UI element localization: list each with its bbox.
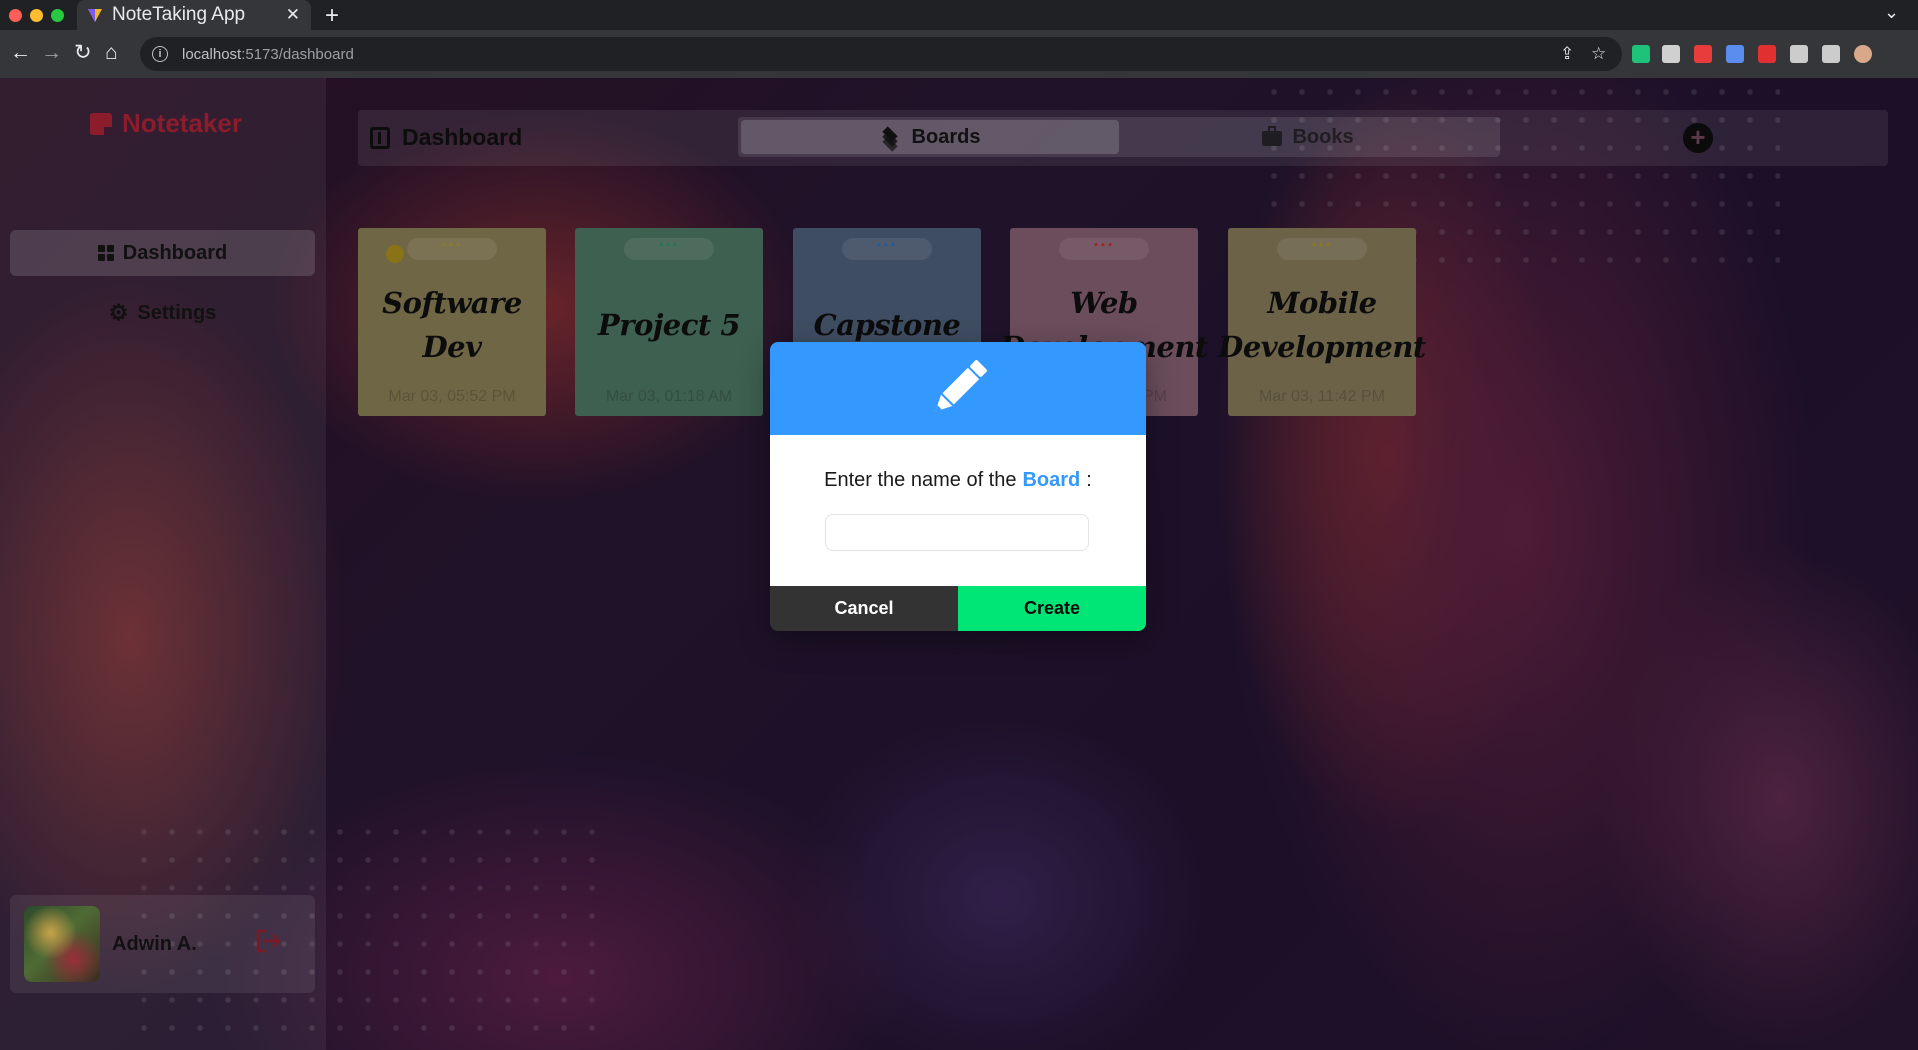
home-icon[interactable]: ⌂ <box>105 41 118 65</box>
browser-extension-icon[interactable] <box>1694 45 1712 63</box>
prompt-suffix: : <box>1086 469 1092 491</box>
board-menu-button[interactable]: ··· <box>1059 236 1149 260</box>
pin-badge-icon <box>386 245 404 263</box>
cancel-button[interactable]: Cancel <box>770 586 958 631</box>
browser-extension-icon[interactable] <box>1854 45 1872 63</box>
tab-boards[interactable]: Boards <box>741 120 1119 154</box>
briefcase-icon <box>1262 126 1283 146</box>
board-date: Mar 03, 05:52 PM <box>388 388 516 405</box>
create-board-dialog: Enter the name of the Board: Cancel Creat… <box>770 342 1146 631</box>
pencil-icon <box>935 359 987 412</box>
page-title: Dashboard <box>370 124 522 151</box>
dialog-footer: Cancel Create <box>770 586 1146 631</box>
browser-extension-icon[interactable] <box>1822 45 1840 63</box>
sidebar-item-label: Settings <box>137 301 217 324</box>
address-bar[interactable]: i localhost:5173/dashboard ⇪ ☆ <box>140 37 1622 71</box>
create-button[interactable]: Create <box>958 586 1146 631</box>
sidebar-item-dashboard[interactable]: Dashboard <box>10 230 315 276</box>
tab-close-icon[interactable]: ✕ <box>286 5 300 25</box>
reload-icon[interactable]: ↻ <box>74 41 92 65</box>
book-icon <box>370 126 390 149</box>
dialog-body: Enter the name of the Board: <box>770 435 1146 586</box>
logout-icon[interactable] <box>253 926 283 956</box>
browser-tab-bar: NoteTaking App ✕ + ⌄ <box>0 0 1918 30</box>
share-icon[interactable]: ⇪ <box>1560 44 1574 64</box>
dialog-header <box>770 342 1146 435</box>
board-title: Software Dev <box>382 286 522 364</box>
dashboard-header: Dashboard Boards Books + <box>358 110 1888 166</box>
forward-icon[interactable]: → <box>41 41 62 65</box>
back-icon[interactable]: ← <box>10 41 31 65</box>
user-name: Adwin A. <box>112 933 197 955</box>
sidebar-item-settings[interactable]: ⚙ Settings <box>10 290 315 336</box>
board-title: Project 5 <box>597 308 741 342</box>
user-card: Adwin A. <box>10 895 315 993</box>
maximize-window-button[interactable] <box>51 9 64 22</box>
grid-icon <box>97 245 114 261</box>
board-title: Mobile Development <box>1218 286 1426 364</box>
browser-tab[interactable]: NoteTaking App ✕ <box>77 0 311 30</box>
board-name-input[interactable] <box>825 514 1089 551</box>
board-menu-button[interactable]: ··· <box>1277 236 1367 260</box>
board-card[interactable]: ··· Software Dev Mar 03, 05:52 PM <box>358 228 546 416</box>
board-date: Mar 03, 01:18 AM <box>605 388 733 405</box>
browser-extension-icon[interactable] <box>1662 45 1680 63</box>
browser-extension-icon[interactable] <box>1726 45 1744 63</box>
board-card[interactable]: ··· Mobile Development Mar 03, 11:42 PM <box>1218 228 1426 416</box>
tab-title: NoteTaking App <box>112 4 246 25</box>
board-card[interactable]: ··· Project 5 Mar 03, 01:18 AM <box>575 228 763 416</box>
tab-label: Books <box>1292 125 1354 148</box>
prompt-text: Enter the name of the <box>824 469 1017 491</box>
browser-extension-icon[interactable] <box>1758 45 1776 63</box>
board-menu-button[interactable]: ··· <box>842 236 932 260</box>
page-title-text: Dashboard <box>402 124 523 150</box>
bookmark-star-icon[interactable]: ☆ <box>1591 44 1606 64</box>
layers-icon <box>880 126 902 152</box>
note-icon <box>90 112 112 135</box>
view-switcher: Boards Books <box>738 117 1500 157</box>
url-text: localhost:5173/dashboard <box>182 45 354 63</box>
tab-books[interactable]: Books <box>1119 120 1497 154</box>
tab-label: Boards <box>911 125 981 148</box>
browser-toolbar: ← → ↻ ⌂ i localhost:5173/dashboard ⇪ ☆ <box>0 30 1918 78</box>
app-favicon-icon <box>88 9 102 22</box>
new-tab-button[interactable]: + <box>325 2 339 30</box>
site-info-icon[interactable]: i <box>152 46 168 62</box>
gear-icon: ⚙ <box>108 300 129 325</box>
browser-extension-icon[interactable] <box>1790 45 1808 63</box>
sidebar: Notetaker Dashboard ⚙ Settings Adwin A. <box>0 78 326 1050</box>
close-window-button[interactable] <box>9 9 22 22</box>
dialog-prompt: Enter the name of the Board: <box>770 469 1146 492</box>
board-menu-button[interactable]: ··· <box>407 236 497 260</box>
brand[interactable]: Notetaker <box>90 108 242 139</box>
tab-search-button[interactable]: ⌄ <box>1884 2 1899 23</box>
board-menu-button[interactable]: ··· <box>624 236 714 260</box>
browser-extension-icon[interactable] <box>1632 45 1650 63</box>
sidebar-item-label: Dashboard <box>122 241 228 264</box>
board-date: Mar 03, 11:42 PM <box>1259 388 1385 405</box>
add-board-button[interactable]: + <box>1683 123 1713 153</box>
minimize-window-button[interactable] <box>30 9 43 22</box>
avatar[interactable] <box>24 906 100 982</box>
brand-name: Notetaker <box>122 108 242 138</box>
prompt-keyword: Board <box>1022 469 1081 491</box>
